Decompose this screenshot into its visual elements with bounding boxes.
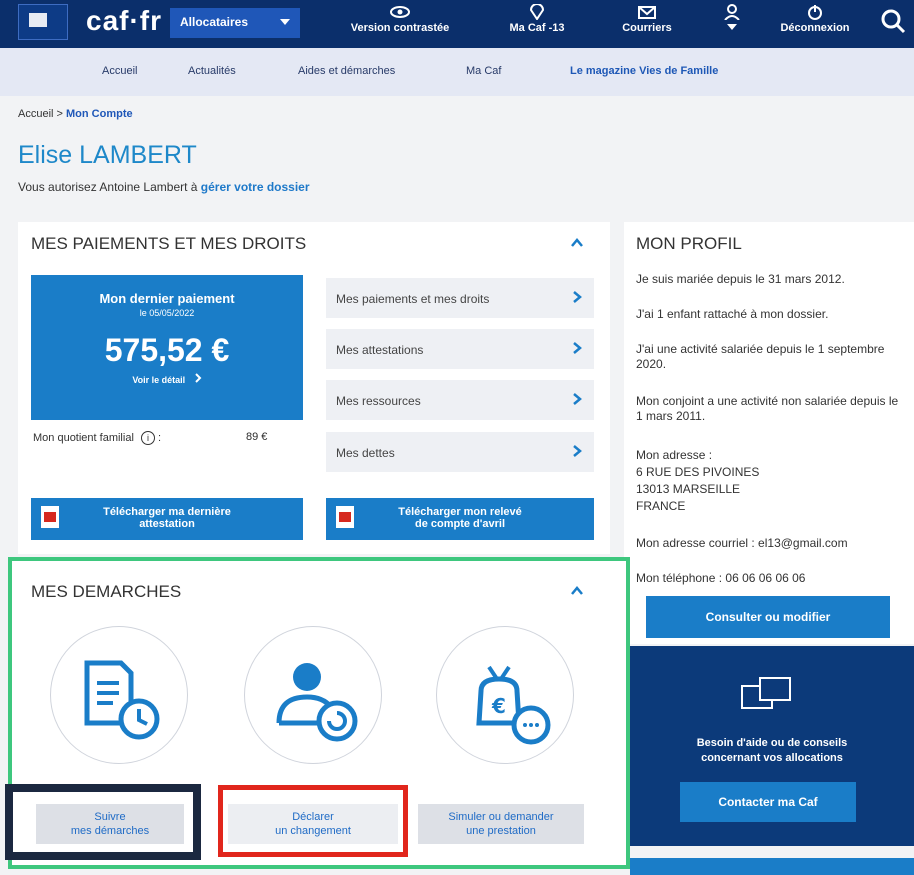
caf-emblem-icon[interactable] — [18, 4, 68, 40]
nav-ma-caf[interactable]: Ma Caf — [466, 65, 501, 77]
telecharger-attestation-button[interactable]: Télécharger ma dernière attestation — [31, 498, 303, 540]
footer-strip — [630, 858, 914, 875]
button-line: de compte d'avril — [414, 518, 506, 530]
breadcrumb-current: Mon Compte — [66, 108, 133, 120]
caret-down-icon — [727, 24, 737, 30]
contacter-caf-button[interactable]: Contacter ma Caf — [680, 782, 856, 822]
quotient-familial-separator: : — [158, 432, 162, 444]
menu-dettes[interactable]: Mes dettes — [326, 432, 594, 472]
chevron-right-icon — [573, 445, 582, 457]
allocataires-label: Allocataires — [180, 15, 249, 29]
chevron-right-icon — [573, 291, 582, 303]
profil-adresse-rue: 6 RUE DES PIVOINES — [636, 465, 760, 479]
version-contrastee-button[interactable]: Version contrastée — [340, 4, 460, 34]
profil-title: MON PROFIL — [636, 234, 742, 253]
profil-adresse-ville: 13013 MARSEILLE — [636, 482, 741, 496]
gerer-dossier-link[interactable]: gérer votre dossier — [201, 180, 310, 194]
help-line: concernant vos allocations — [701, 752, 843, 764]
help-panel: Besoin d'aide ou de conseils concernant … — [630, 646, 914, 846]
highlight-declarer-frame — [218, 785, 408, 857]
ma-caf-button[interactable]: Ma Caf -13 — [492, 4, 582, 34]
quotient-familial-value: 89 € — [246, 431, 268, 443]
consulter-modifier-button[interactable]: Consulter ou modifier — [646, 596, 890, 638]
profil-mariage: Je suis mariée depuis le 31 mars 2012. — [636, 272, 845, 286]
page-title: Elise LAMBERT — [18, 141, 197, 169]
menu-ressources[interactable]: Mes ressources — [326, 380, 594, 420]
profile-menu-button[interactable] — [712, 4, 752, 32]
pdf-icon — [41, 506, 59, 528]
nav-actualites[interactable]: Actualités — [188, 65, 236, 77]
authorization-text: Vous autorisez Antoine Lambert à gérer v… — [18, 180, 310, 194]
nav-accueil[interactable]: Accueil — [102, 65, 137, 77]
ma-caf-label: Ma Caf -13 — [509, 22, 565, 34]
button-line: attestation — [139, 518, 195, 530]
dernier-paiement-label: Mon dernier paiement — [99, 291, 235, 306]
button-line: Télécharger ma dernière — [103, 506, 231, 518]
profil-adresse-pays: FRANCE — [636, 499, 686, 513]
highlight-suivre-frame — [5, 784, 201, 860]
chevron-up-icon[interactable] — [570, 236, 584, 250]
menu-attestations[interactable]: Mes attestations — [326, 329, 594, 369]
profil-conjoint: Mon conjoint a une activité non salariée… — [636, 394, 899, 423]
profil-enfants: J'ai 1 enfant rattaché à mon dossier. — [636, 307, 829, 321]
breadcrumb-home[interactable]: Accueil — [18, 108, 53, 120]
breadcrumb: Accueil > Mon Compte — [18, 108, 133, 120]
version-contrastee-label: Version contrastée — [350, 22, 450, 34]
chevron-right-icon — [194, 373, 202, 383]
user-icon — [724, 4, 740, 20]
voir-detail-label: Voir le détail — [132, 375, 186, 385]
chevron-right-icon — [573, 393, 582, 405]
profil-courriel: Mon adresse courriel : el13@gmail.com — [636, 536, 848, 550]
menu-label: Mes paiements et mes droits — [336, 292, 490, 306]
pdf-icon — [336, 506, 354, 528]
chevron-right-icon — [573, 342, 582, 354]
top-bar: caf·fr Allocataires Version contrastée M… — [0, 0, 914, 48]
help-message: Besoin d'aide ou de conseils concernant … — [630, 736, 914, 766]
menu-label: Mes attestations — [336, 343, 424, 357]
profil-telephone: Mon téléphone : 06 06 06 06 06 — [636, 571, 806, 585]
nav-magazine[interactable]: Le magazine Vies de Famille — [570, 65, 718, 77]
courriers-button[interactable]: Courriers — [612, 4, 682, 34]
caret-down-icon — [280, 19, 290, 25]
eye-icon — [390, 6, 410, 18]
dernier-paiement-date: le 05/05/2022 — [139, 308, 195, 318]
chat-bubbles-icon — [741, 677, 791, 709]
dernier-paiement-amount: 575,52 € — [104, 332, 230, 368]
breadcrumb-separator: > — [53, 108, 67, 120]
button-line: Télécharger mon relevé — [398, 506, 522, 518]
secondary-nav: Accueil Actualités Aides et démarches Ma… — [0, 48, 914, 96]
nav-aides-demarches[interactable]: Aides et démarches — [298, 65, 395, 77]
telecharger-releve-button[interactable]: Télécharger mon relevé de compte d'avril — [326, 498, 594, 540]
envelope-icon — [638, 6, 656, 19]
deconnexion-label: Déconnexion — [780, 22, 850, 34]
dernier-paiement-tile[interactable]: Mon dernier paiement le 05/05/2022 575,5… — [31, 275, 303, 420]
allocataires-dropdown[interactable]: Allocataires — [170, 8, 300, 38]
search-icon[interactable] — [880, 8, 906, 34]
deconnexion-button[interactable]: Déconnexion — [770, 4, 860, 34]
map-pin-icon — [529, 4, 545, 20]
authorization-prefix: Vous autorisez Antoine Lambert à — [18, 180, 201, 194]
info-icon[interactable]: i — [140, 431, 155, 445]
menu-label: Mes ressources — [336, 394, 421, 408]
menu-paiements-droits[interactable]: Mes paiements et mes droits — [326, 278, 594, 318]
profil-activite: J'ai une activité salariée depuis le 1 s… — [636, 342, 885, 371]
power-icon — [808, 5, 822, 20]
menu-label: Mes dettes — [336, 446, 395, 460]
quotient-familial-label: Mon quotient familial — [33, 432, 134, 444]
voir-detail-link[interactable]: Voir le détail — [31, 373, 303, 385]
profil-adresse-label: Mon adresse : — [636, 448, 713, 462]
courriers-label: Courriers — [622, 22, 672, 34]
site-logo[interactable]: caf·fr — [86, 5, 162, 37]
help-line: Besoin d'aide ou de conseils — [696, 737, 848, 749]
paiements-title: MES PAIEMENTS ET MES DROITS — [31, 234, 307, 253]
quotient-familial: Mon quotient familial i : — [33, 431, 161, 445]
